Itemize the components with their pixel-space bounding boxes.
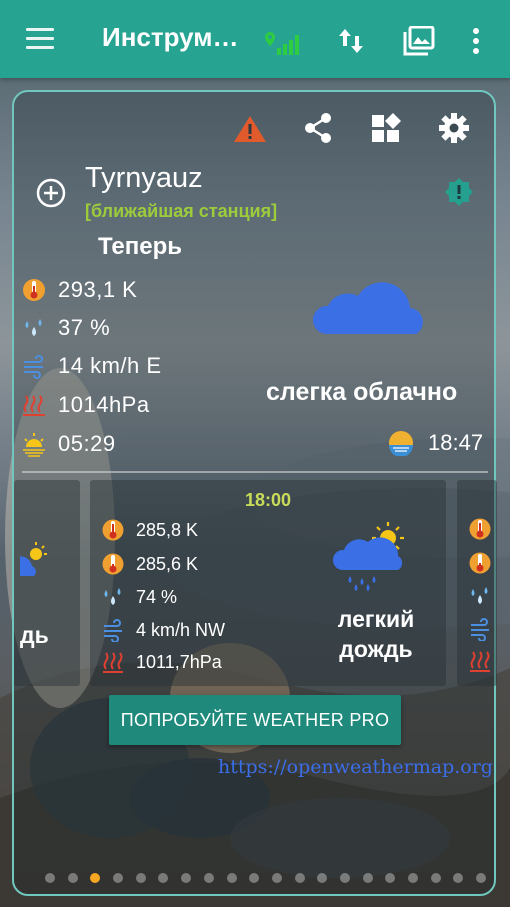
app-bar: Инструм… bbox=[0, 0, 510, 78]
current-temperature-row: 293,1 K bbox=[22, 275, 137, 305]
forecast-temp-max: 285,8 K bbox=[136, 519, 199, 540]
thermometer-icon bbox=[22, 277, 46, 303]
forecast-time: 18:00 bbox=[244, 490, 292, 510]
page-dot[interactable] bbox=[362, 873, 373, 883]
widgets-icon[interactable] bbox=[371, 113, 401, 143]
alert-badge-icon[interactable] bbox=[444, 177, 474, 207]
page-dot[interactable] bbox=[317, 873, 328, 883]
location-signal-icon[interactable] bbox=[263, 30, 303, 56]
wind-icon bbox=[469, 617, 491, 646]
forecast-temp-max-row: 285,8 K bbox=[102, 517, 198, 543]
current-wind: 14 km/h E bbox=[58, 353, 162, 378]
page-dot[interactable] bbox=[476, 873, 487, 883]
forecast-wind-row: 4 km/h NW bbox=[102, 617, 225, 643]
sun-rain-cloud-icon bbox=[332, 518, 412, 592]
pressure-icon bbox=[469, 649, 491, 678]
thermometer-high-icon bbox=[102, 518, 124, 542]
page-dot[interactable] bbox=[271, 873, 282, 883]
current-wind-row: 14 km/h E bbox=[22, 351, 162, 381]
current-heading: Теперь bbox=[97, 233, 183, 260]
thermometer-high-icon bbox=[469, 517, 491, 546]
hamburger-menu-icon[interactable] bbox=[26, 28, 54, 50]
page-dot[interactable] bbox=[385, 873, 396, 883]
gear-icon[interactable] bbox=[438, 112, 470, 144]
humidity-drops-icon bbox=[102, 585, 124, 609]
wind-icon bbox=[102, 618, 124, 643]
page-indicator[interactable] bbox=[45, 873, 499, 883]
page-dot[interactable] bbox=[135, 873, 146, 883]
station-label: [ближайшая станция] bbox=[85, 201, 278, 221]
cloud-icon bbox=[312, 262, 432, 336]
page-dot[interactable] bbox=[339, 873, 350, 883]
sunrise-icon bbox=[22, 431, 46, 457]
sun-rain-cloud-icon bbox=[14, 540, 60, 584]
humidity-drops-icon bbox=[469, 584, 491, 613]
current-humidity-row: 37 % bbox=[22, 313, 110, 343]
current-humidity: 37 % bbox=[58, 315, 111, 340]
forecast-pressure-row: 1011,7hPa bbox=[102, 649, 222, 675]
forecast-condition-line1: легкий bbox=[337, 606, 415, 632]
more-vert-icon[interactable] bbox=[473, 28, 481, 54]
current-condition: слегка облачно bbox=[266, 378, 458, 406]
page-dot[interactable] bbox=[90, 873, 101, 883]
section-divider bbox=[22, 471, 488, 473]
page-dot[interactable] bbox=[408, 873, 418, 883]
current-pressure-row: 1014hPa bbox=[22, 390, 150, 420]
forecast-card[interactable]: 18:00 285,8 K 285,6 K 74 % 4 km/h NW 101… bbox=[90, 480, 446, 686]
city-name[interactable]: Tyrnyauz bbox=[85, 162, 203, 195]
forecast-wind: 4 km/h NW bbox=[136, 619, 226, 640]
page-dot[interactable] bbox=[181, 873, 192, 883]
add-circle-icon[interactable] bbox=[36, 178, 66, 208]
current-sunset: 18:47 bbox=[428, 430, 484, 455]
page-dot[interactable] bbox=[226, 873, 237, 883]
current-sunrise-row: 05:29 bbox=[22, 429, 116, 459]
current-sunset-row: 18:47 bbox=[388, 428, 483, 458]
page-dot[interactable] bbox=[453, 873, 464, 883]
page-dot[interactable] bbox=[203, 873, 214, 883]
forecast-condition: легкий дождь bbox=[316, 604, 436, 664]
forecast-humidity: 74 % bbox=[136, 586, 178, 607]
pressure-icon bbox=[102, 650, 124, 674]
current-sunrise: 05:29 bbox=[58, 431, 116, 456]
forecast-pressure: 1011,7hPa bbox=[136, 651, 222, 672]
previous-condition: дь bbox=[20, 622, 49, 648]
wind-icon bbox=[22, 353, 46, 379]
thermometer-low-icon bbox=[102, 552, 124, 576]
current-temperature: 293,1 K bbox=[58, 277, 138, 302]
current-pressure: 1014hPa bbox=[58, 392, 150, 417]
app-title: Инструм… bbox=[102, 22, 239, 52]
page-dot[interactable] bbox=[45, 873, 55, 883]
forecast-temp-min-row: 285,6 K bbox=[102, 551, 198, 577]
page-dot[interactable] bbox=[113, 873, 124, 883]
forecast-temp-min: 285,6 K bbox=[136, 553, 199, 574]
try-weather-pro-button[interactable]: ПОПРОБУЙТЕ WEATHER PRO bbox=[109, 695, 401, 745]
page-dot[interactable] bbox=[430, 873, 441, 883]
humidity-drops-icon bbox=[22, 315, 46, 341]
page-dot[interactable] bbox=[249, 873, 260, 883]
forecast-card-next[interactable] bbox=[457, 480, 497, 686]
forecast-condition-line2: дождь bbox=[339, 636, 413, 662]
pressure-icon bbox=[22, 392, 46, 418]
up-down-arrows-icon[interactable] bbox=[338, 27, 364, 55]
page-dot[interactable] bbox=[294, 873, 305, 883]
thermometer-low-icon bbox=[469, 551, 491, 580]
forecast-card-previous[interactable]: дь bbox=[14, 480, 80, 686]
sunset-icon bbox=[388, 430, 414, 457]
page-dot[interactable] bbox=[67, 873, 78, 883]
image-gallery-icon[interactable] bbox=[403, 25, 435, 56]
openweathermap-link[interactable]: https://openweathermap.org bbox=[218, 756, 493, 778]
page-dot[interactable] bbox=[158, 873, 169, 883]
forecast-humidity-row: 74 % bbox=[102, 584, 177, 610]
warning-icon[interactable] bbox=[233, 114, 267, 144]
share-icon[interactable] bbox=[303, 112, 333, 144]
